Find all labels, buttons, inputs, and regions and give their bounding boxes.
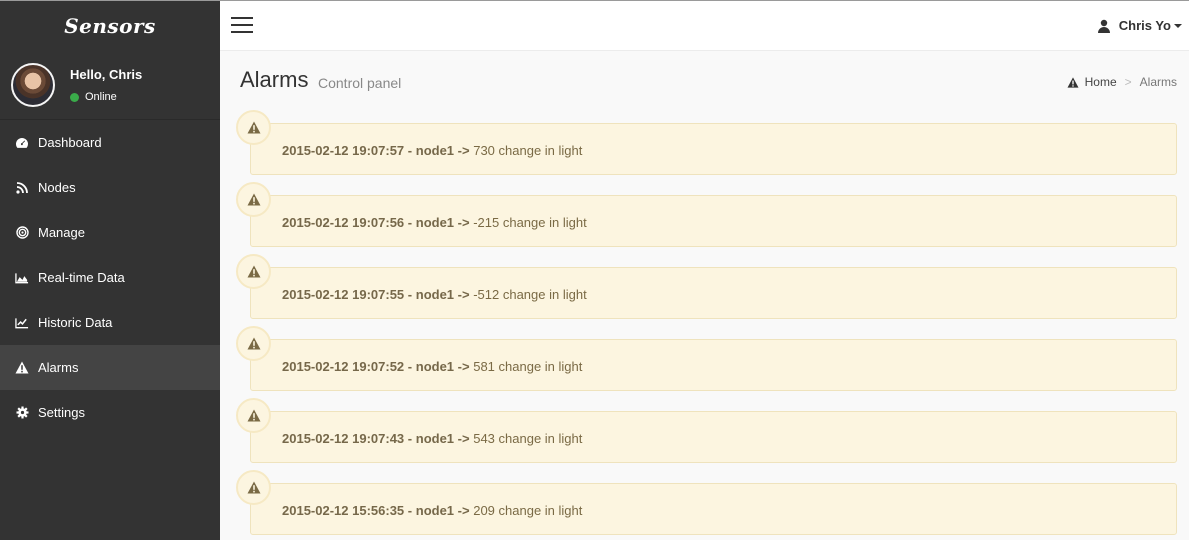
user-menu-dropdown[interactable]: Chris Yo (1097, 18, 1182, 33)
alarm-timestamp: 2015-02-12 19:07:56 (282, 215, 405, 230)
menu-toggle-icon[interactable] (231, 17, 253, 35)
alarm-warning-icon (236, 182, 271, 217)
user-menu-name: Chris Yo (1118, 18, 1171, 33)
alarm-message-box: 2015-02-12 19:07:57 - node1 -> 730 chang… (250, 123, 1177, 175)
dashboard-icon (15, 136, 29, 150)
alarm-message-box: 2015-02-12 19:07:52 - node1 -> 581 chang… (250, 339, 1177, 391)
alarm-node: node1 (415, 431, 455, 446)
sidebar-menu: Dashboard Nodes Manage Real-time Data Hi… (0, 120, 220, 435)
alarm-timestamp: 2015-02-12 15:56:35 (282, 503, 405, 518)
sidebar-item-label: Nodes (38, 180, 76, 195)
sidebar-item-manage[interactable]: Manage (0, 210, 220, 255)
alarm-timestamp: 2015-02-12 19:07:52 (282, 359, 405, 374)
alarm-list: 2015-02-12 19:07:57 - node1 -> 730 chang… (236, 110, 1177, 540)
alarm-node: node1 (415, 287, 455, 302)
alarm-arrow: -> (457, 359, 470, 374)
line-chart-icon (15, 316, 29, 330)
status-dot-icon (70, 92, 79, 102)
alarm-arrow: -> (457, 143, 470, 158)
sidebar-item-label: Settings (38, 405, 85, 420)
alarm-node: node1 (415, 503, 455, 518)
list-item: 2015-02-12 19:07:52 - node1 -> 581 chang… (236, 326, 1177, 398)
alarm-warning-icon (236, 398, 271, 433)
alarm-text: 2015-02-12 15:56:35 - node1 -> 209 chang… (282, 503, 583, 518)
alarm-warning-icon (236, 110, 271, 145)
page-subtitle: Control panel (318, 75, 402, 91)
brand-logo[interactable]: Sensors (0, 1, 220, 51)
gear-icon (15, 406, 29, 420)
window-top-border (0, 0, 1189, 1)
list-item: 2015-02-12 19:07:43 - node1 -> 543 chang… (236, 398, 1177, 470)
alarm-message: 209 change in light (473, 503, 583, 518)
user-panel: Hello, Chris Online (0, 51, 220, 120)
alarm-message-box: 2015-02-12 19:07:43 - node1 -> 543 chang… (250, 411, 1177, 463)
user-icon (1097, 19, 1111, 33)
chevron-down-icon (1174, 23, 1182, 28)
alarm-message: -512 change in light (473, 287, 587, 302)
list-item: 2015-02-12 19:07:57 - node1 -> 730 chang… (236, 110, 1177, 182)
list-item: 2015-02-12 19:07:55 - node1 -> -512 chan… (236, 254, 1177, 326)
breadcrumb-separator: > (1124, 75, 1132, 89)
rss-icon (15, 181, 29, 195)
sidebar-item-label: Real-time Data (38, 270, 125, 285)
sidebar-item-label: Alarms (38, 360, 79, 375)
sidebar-item-alarms[interactable]: Alarms (0, 345, 220, 390)
page-title: Alarms (240, 67, 309, 92)
alarm-message-box: 2015-02-12 19:07:55 - node1 -> -512 chan… (250, 267, 1177, 319)
sidebar-item-settings[interactable]: Settings (0, 390, 220, 435)
alarm-text: 2015-02-12 19:07:57 - node1 -> 730 chang… (282, 143, 583, 158)
sidebar-item-dashboard[interactable]: Dashboard (0, 120, 220, 165)
alarm-text: 2015-02-12 19:07:43 - node1 -> 543 chang… (282, 431, 583, 446)
sidebar-item-nodes[interactable]: Nodes (0, 165, 220, 210)
alarm-message-box: 2015-02-12 19:07:56 - node1 -> -215 chan… (250, 195, 1177, 247)
alarm-message: -215 change in light (473, 215, 587, 230)
alarm-node: node1 (415, 359, 455, 374)
breadcrumb-current: Alarms (1139, 75, 1177, 89)
list-item: 2015-02-12 15:56:35 - node1 -> 209 chang… (236, 470, 1177, 540)
sidebar-item-real-time-data[interactable]: Real-time Data (0, 255, 220, 300)
alarm-timestamp: 2015-02-12 19:07:55 (282, 287, 405, 302)
alarm-warning-icon (236, 326, 271, 361)
alarm-text: 2015-02-12 19:07:55 - node1 -> -512 chan… (282, 287, 587, 302)
alarm-node: node1 (415, 143, 455, 158)
breadcrumb: Home > Alarms (1067, 75, 1177, 89)
alarm-text: 2015-02-12 19:07:56 - node1 -> -215 chan… (282, 215, 587, 230)
breadcrumb-home-link[interactable]: Home (1085, 75, 1117, 89)
sidebar-item-label: Manage (38, 225, 85, 240)
user-status-label: Online (85, 91, 117, 103)
warning-icon (1067, 76, 1079, 88)
alarm-message: 543 change in light (473, 431, 583, 446)
alarm-message: 581 change in light (473, 359, 583, 374)
alarm-message: 730 change in light (473, 143, 583, 158)
alarm-warning-icon (236, 254, 271, 289)
alarm-timestamp: 2015-02-12 19:07:43 (282, 431, 405, 446)
sidebar-item-label: Dashboard (38, 135, 102, 150)
top-navbar: Chris Yo (220, 1, 1189, 51)
list-item: 2015-02-12 19:07:56 - node1 -> -215 chan… (236, 182, 1177, 254)
sidebar-item-historic-data[interactable]: Historic Data (0, 300, 220, 345)
alarm-arrow: -> (457, 215, 470, 230)
warning-icon (15, 361, 29, 375)
avatar (11, 63, 55, 107)
alarm-timestamp: 2015-02-12 19:07:57 (282, 143, 405, 158)
alarm-arrow: -> (457, 431, 470, 446)
alarm-arrow: -> (457, 503, 470, 518)
alarm-arrow: -> (457, 287, 470, 302)
target-icon (15, 226, 29, 240)
user-greeting: Hello, Chris (70, 67, 143, 82)
user-info: Hello, Chris Online (70, 67, 142, 103)
sidebar: Sensors Hello, Chris Online Dashboard No… (0, 1, 220, 540)
sidebar-item-label: Historic Data (38, 315, 113, 330)
alarm-warning-icon (236, 470, 271, 505)
alarm-text: 2015-02-12 19:07:52 - node1 -> 581 chang… (282, 359, 583, 374)
alarm-node: node1 (415, 215, 455, 230)
alarm-message-box: 2015-02-12 15:56:35 - node1 -> 209 chang… (250, 483, 1177, 535)
area-chart-icon (15, 271, 29, 285)
user-status: Online (70, 91, 142, 103)
